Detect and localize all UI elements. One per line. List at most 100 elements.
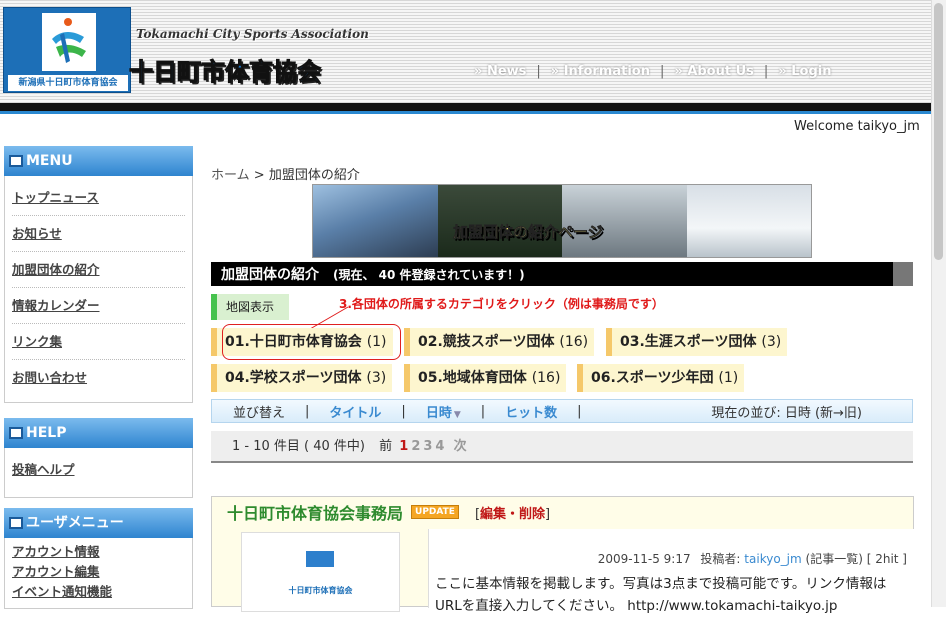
sort-by-hits[interactable]: ヒット数 [505, 402, 557, 421]
sidebar-item-account-edit[interactable]: アカウント編集 [12, 562, 185, 582]
sort-bar: 並び替え | タイトル | 日時 ▼ | ヒット数 | 現在の並び: 日時 (新→… [211, 399, 913, 423]
page-title-bar: 加盟団体の紹介 (現在、 40 件登録されています！) [211, 262, 913, 286]
nav-separator: | [536, 63, 541, 79]
logo-mark [42, 13, 96, 71]
category-count: (1) [718, 370, 739, 386]
poster-link[interactable]: taikyo_jm [744, 552, 801, 566]
sidebar-user-menu: ユーザメニュー アカウント情報 アカウント編集 イベント通知機能 [4, 508, 193, 609]
breadcrumb-current: 加盟団体の紹介 [268, 168, 360, 183]
category-06[interactable]: 06.スポーツ少年団 (1) [577, 364, 745, 392]
sidebar-help-title: HELP [26, 425, 67, 441]
sort-separator: | [305, 403, 310, 419]
nav-about-us[interactable]: » About Us [674, 64, 754, 79]
edit-delete-link[interactable]: [編集・削除] [475, 503, 550, 522]
nav-news[interactable]: » News [474, 64, 526, 79]
header-accent-line [0, 111, 931, 114]
sidebar-item-event-notify[interactable]: イベント通知機能 [12, 582, 185, 602]
instruction-callout: 3.各団体の所属するカテゴリをクリック（例は事務局です） [339, 297, 664, 311]
sidebar-item-calendar[interactable]: 情報カレンダー [12, 288, 185, 324]
sort-separator: | [577, 403, 582, 419]
sidebar-item-contact[interactable]: お問い合わせ [12, 360, 185, 396]
sort-label: 並び替え [233, 405, 286, 421]
nav-arrow: » [778, 63, 787, 79]
sidebar-menu: MENU トップニュース お知らせ 加盟団体の紹介 情報カレンダー リンク集 お… [4, 146, 193, 403]
page-title: 加盟団体の紹介 [221, 267, 319, 283]
category-label: 04.学校スポーツ団体 [225, 370, 362, 386]
page-link-1[interactable]: 1 [399, 439, 408, 454]
entry-meta: 2009-11-5 9:17 投稿者: taikyo_jm (記事一覧) [ 2… [598, 550, 907, 567]
nav-information[interactable]: » Information [551, 64, 650, 79]
nav-label: About Us [687, 63, 754, 79]
sort-date-label: 日時 [425, 405, 452, 421]
hit-count: [ 2hit ] [866, 552, 907, 566]
entry-body: 2009-11-5 9:17 投稿者: taikyo_jm (記事一覧) [ 2… [428, 529, 915, 614]
top-nav: » News | » Information | » About Us | » … [474, 62, 831, 80]
update-badge: UPDATE [411, 505, 459, 519]
category-label: 05.地域体育団体 [418, 370, 527, 386]
site-name-en: Tokamachi City Sports Association [136, 27, 369, 41]
pagination: 1 - 10 件目 ( 40 件中) 前 1234 次 [211, 431, 913, 463]
banner-photo-building [313, 185, 438, 257]
sort-separator: | [480, 403, 486, 419]
category-02[interactable]: 02.競技スポーツ団体 (16) [404, 328, 595, 356]
category-label: 02.競技スポーツ団体 [418, 334, 555, 350]
nav-arrow: » [550, 63, 560, 79]
map-view-button[interactable]: 地図表示 [211, 294, 289, 320]
welcome-text: Welcome taikyo_jm [794, 119, 920, 134]
pagination-next[interactable]: 次 [454, 439, 467, 454]
category-label: 06.スポーツ少年団 [591, 370, 714, 386]
entry-header: 十日町市体育協会事務局 UPDATE [編集・削除] [212, 497, 913, 527]
pagination-prev[interactable]: 前 [379, 439, 392, 454]
entry-thumbnail[interactable]: 十日町市体育協会 [241, 532, 400, 612]
site-header: 新潟県十日町市体育協会 Tokamachi City Sports Associ… [0, 0, 946, 103]
sidebar-user-title: ユーザメニュー [26, 515, 124, 531]
sidebar-menu-header: MENU [4, 146, 193, 176]
nav-login[interactable]: » Login [778, 64, 831, 79]
site-logo[interactable]: 新潟県十日町市体育協会 [3, 7, 131, 93]
category-05[interactable]: 05.地域体育団体 (16) [404, 364, 567, 392]
sidebar-item-links[interactable]: リンク集 [12, 324, 185, 360]
page-link-2[interactable]: 2 [411, 439, 420, 454]
thumbnail-caption: 十日町市体育協会 [288, 586, 353, 595]
sort-by-title[interactable]: タイトル [329, 402, 381, 421]
breadcrumb-sep: > [253, 168, 265, 183]
sort-current: 現在の並び: 日時 (新→旧) [711, 405, 862, 421]
entry-date: 2009-11-5 9:17 [597, 552, 691, 566]
post-list-link[interactable]: (記事一覧) [806, 552, 863, 566]
sort-desc-icon: ▼ [453, 409, 461, 420]
sidebar-item-account-info[interactable]: アカウント情報 [12, 542, 185, 562]
category-count: (3) [366, 370, 387, 386]
entry-card: 十日町市体育協会事務局 UPDATE [編集・削除] 十日町市体育協会 2009… [211, 496, 915, 614]
page-subtitle: (現在、 40 件登録されています！) [333, 267, 525, 282]
entry-title[interactable]: 十日町市体育協会事務局 [227, 500, 403, 524]
sidebar-item-post-help[interactable]: 投稿ヘルプ [12, 452, 185, 488]
category-count: (16) [531, 370, 561, 386]
window-icon [9, 155, 23, 167]
sort-separator: | [401, 403, 406, 419]
sort-by-date[interactable]: 日時 ▼ [426, 402, 461, 421]
sidebar-help: HELP 投稿ヘルプ [4, 418, 193, 498]
category-03[interactable]: 03.生涯スポーツ団体 (3) [606, 328, 788, 356]
window-icon [9, 427, 23, 439]
breadcrumb: ホーム > 加盟団体の紹介 [211, 164, 360, 183]
edit-bracket: ] [545, 506, 551, 522]
sidebar-user-header: ユーザメニュー [4, 508, 193, 538]
edit-delete-label: 編集・削除 [480, 506, 546, 522]
category-04[interactable]: 04.学校スポーツ団体 (3) [211, 364, 393, 392]
page-link-3[interactable]: 3 [423, 439, 432, 454]
breadcrumb-home[interactable]: ホーム [211, 168, 250, 183]
sidebar-item-members[interactable]: 加盟団体の紹介 [12, 252, 185, 288]
header-band [0, 103, 931, 111]
category-label: 03.生涯スポーツ団体 [620, 334, 757, 350]
nav-label: Information [563, 63, 650, 79]
window-icon [9, 517, 23, 529]
sidebar-help-header: HELP [4, 418, 193, 448]
sidebar-item-top-news[interactable]: トップニュース [12, 180, 185, 216]
sidebar-menu-title: MENU [26, 153, 73, 169]
page-banner: 加盟団体の紹介ページ [312, 184, 812, 258]
page-link-4[interactable]: 4 [435, 439, 444, 454]
title-bar-cap [893, 262, 913, 286]
scrollbar-thumb[interactable] [934, 3, 943, 260]
nav-separator: | [659, 63, 665, 79]
sidebar-item-notices[interactable]: お知らせ [12, 216, 185, 252]
